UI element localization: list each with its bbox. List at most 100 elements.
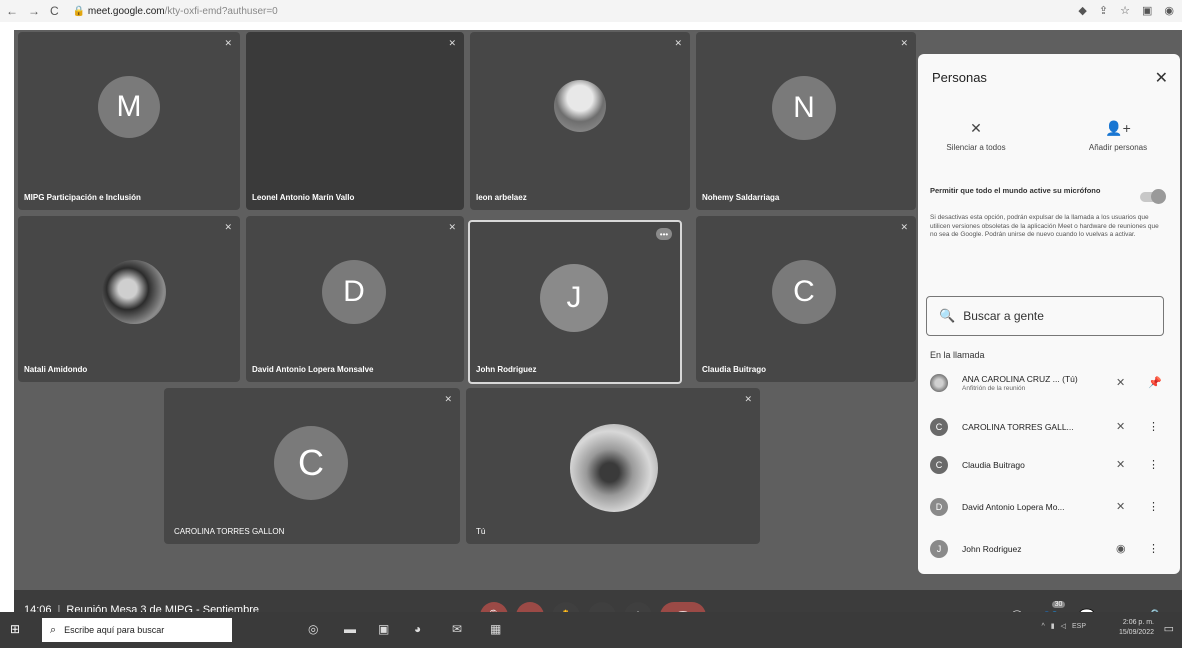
- file-explorer-icon[interactable]: ▬: [344, 622, 356, 636]
- list-item[interactable]: D David Antonio Lopera Mo... ✕ ⋮: [930, 498, 1170, 518]
- mic-off-icon: ✕: [448, 222, 456, 232]
- mic-off-icon: ✕: [900, 38, 908, 48]
- profile-icon[interactable]: ◉: [1164, 4, 1174, 17]
- participant-tile[interactable]: ✕ Natali Amidondo: [18, 216, 240, 382]
- participant-tile[interactable]: ✕ Tú: [466, 388, 760, 544]
- avatar: D: [930, 498, 948, 516]
- more-vert-icon[interactable]: ⋮: [1148, 458, 1159, 471]
- participant-name: Claudia Buitrago: [962, 460, 1025, 470]
- participant-name: Nohemy Saldarriaga: [702, 193, 780, 202]
- participant-name: ANA CAROLINA CRUZ ... (Tú): [962, 374, 1078, 384]
- sidepanel-icon[interactable]: ▣: [1142, 4, 1152, 17]
- chrome-icon[interactable]: ◕: [414, 622, 421, 636]
- participant-tile[interactable]: ✕ leon arbelaez: [470, 32, 690, 210]
- close-panel-button[interactable]: ✕: [1155, 68, 1168, 88]
- mute-all-button[interactable]: ✕ Silenciar a todos: [936, 120, 1016, 152]
- app-icon[interactable]: ▦: [490, 622, 501, 636]
- list-item[interactable]: ANA CAROLINA CRUZ ... (Tú) Anfitrión de …: [930, 374, 1170, 394]
- mic-permission-description: Si desactivas esta opción, podrán expuls…: [930, 214, 1159, 238]
- mic-off-icon: ✕: [970, 120, 982, 136]
- url-path: /kty-oxfi-emd?authuser=0: [164, 5, 278, 17]
- more-vert-icon[interactable]: ⋮: [1148, 500, 1159, 513]
- people-count-badge: 30: [1051, 601, 1066, 608]
- mic-off-icon: ✕: [224, 222, 232, 232]
- reload-button[interactable]: C: [50, 4, 59, 18]
- lock-icon: 🔒: [72, 5, 86, 17]
- participant-tile[interactable]: N ✕ Nohemy Saldarriaga: [696, 32, 916, 210]
- mute-all-label: Silenciar a todos: [946, 143, 1006, 152]
- participant-tile[interactable]: ✕ Leonel Antonio Marín Vallo: [246, 32, 464, 210]
- avatar: N: [772, 76, 836, 140]
- browser-toolbar: ← → C 🔒 meet.google.com/kty-oxfi-emd?aut…: [0, 0, 1182, 22]
- mic-off-icon: ✕: [900, 222, 908, 232]
- more-options-icon[interactable]: •••: [656, 228, 672, 240]
- mic-off-icon: ✕: [744, 394, 752, 404]
- taskbar-search-input[interactable]: ⌕ Escribe aquí para buscar: [42, 618, 232, 642]
- participant-tile[interactable]: M ✕ MIPG Participación e Inclusión: [18, 32, 240, 210]
- store-icon[interactable]: ▣: [378, 622, 389, 636]
- task-view-icon[interactable]: ◎: [308, 622, 318, 636]
- mic-permission-label: Permitir que todo el mundo active su mic…: [930, 186, 1101, 195]
- search-placeholder: Buscar a gente: [963, 309, 1044, 323]
- avatar: C: [772, 260, 836, 324]
- people-panel: Personas ✕ ✕ Silenciar a todos 👤+ Añadir…: [918, 54, 1180, 574]
- participant-name: Natali Amidondo: [24, 365, 88, 374]
- participant-name: David Antonio Lopera Monsalve: [252, 365, 374, 374]
- participant-tile[interactable]: D ✕ David Antonio Lopera Monsalve: [246, 216, 464, 382]
- taskbar-clock[interactable]: 2:06 p. m. 15/09/2022: [1119, 618, 1154, 638]
- avatar: C: [930, 456, 948, 474]
- windows-start-icon[interactable]: ⊞: [10, 622, 20, 636]
- clock-date: 15/09/2022: [1118, 629, 1154, 636]
- more-vert-icon[interactable]: ⋮: [1148, 420, 1159, 433]
- taskbar: ⊞ ⌕ Escribe aquí para buscar ◎ ▬ ▣ ◕ ✉ ▦…: [0, 612, 1182, 648]
- notifications-icon[interactable]: ▭: [1164, 622, 1174, 635]
- avatar: C: [930, 418, 948, 436]
- network-icon[interactable]: ▮: [1051, 622, 1055, 630]
- participant-name: CAROLINA TORRES GALLON: [174, 527, 285, 536]
- participant-name: leon arbelaez: [476, 193, 527, 202]
- list-item[interactable]: C Claudia Buitrago ✕ ⋮: [930, 456, 1170, 476]
- mic-off-icon: ✕: [674, 38, 682, 48]
- avatar: M: [98, 76, 160, 138]
- participant-name: Claudia Buitrago: [702, 365, 767, 374]
- mic-off-icon: ✕: [1116, 377, 1126, 389]
- participant-name: John Rodriguez: [476, 365, 537, 374]
- star-icon[interactable]: ☆: [1120, 4, 1130, 17]
- list-item[interactable]: C CAROLINA TORRES GALL... ✕ ⋮: [930, 418, 1170, 438]
- back-button[interactable]: ←: [6, 4, 18, 18]
- participant-tile-active[interactable]: J ••• John Rodriguez: [468, 220, 682, 384]
- language-indicator[interactable]: ESP: [1072, 623, 1086, 630]
- avatar-photo: [570, 424, 658, 512]
- mic-off-icon: ✕: [224, 38, 232, 48]
- panel-title: Personas: [932, 70, 987, 85]
- chevron-up-icon[interactable]: ^: [1041, 623, 1044, 630]
- avatar-photo: [554, 80, 606, 132]
- forward-button[interactable]: →: [28, 4, 40, 18]
- participant-name: Leonel Antonio Marín Vallo: [252, 193, 355, 202]
- mic-off-icon: ✕: [444, 394, 452, 404]
- search-icon: 🔍: [939, 308, 956, 323]
- more-vert-icon[interactable]: ⋮: [1148, 542, 1159, 555]
- participant-name: MIPG Participación e Inclusión: [24, 193, 141, 202]
- extension-icon[interactable]: ◆: [1078, 4, 1086, 17]
- participant-name: Tú: [476, 527, 486, 536]
- participant-role: Anfitrión de la reunión: [962, 385, 1026, 392]
- system-tray: ^ ▮ ◁ ESP: [1041, 622, 1086, 631]
- volume-icon[interactable]: ◁: [1061, 622, 1066, 630]
- taskbar-search-placeholder: Escribe aquí para buscar: [64, 625, 165, 635]
- mic-permission-toggle[interactable]: [1140, 189, 1166, 204]
- list-item[interactable]: J John Rodriguez ◉ ⋮: [930, 540, 1170, 560]
- address-bar[interactable]: 🔒 meet.google.com/kty-oxfi-emd?authuser=…: [73, 6, 278, 17]
- participant-tile[interactable]: C ✕ CAROLINA TORRES GALLON: [164, 388, 460, 544]
- mail-icon[interactable]: ✉: [452, 622, 462, 636]
- search-people-input[interactable]: 🔍 Buscar a gente: [926, 296, 1164, 336]
- avatar: [930, 374, 948, 392]
- share-icon[interactable]: ⇪: [1099, 4, 1108, 17]
- participant-name: David Antonio Lopera Mo...: [962, 502, 1065, 512]
- participant-name: John Rodriguez: [962, 544, 1022, 554]
- pin-icon[interactable]: 📌: [1148, 376, 1162, 389]
- add-people-button[interactable]: 👤+ Añadir personas: [1068, 120, 1168, 152]
- participant-tile[interactable]: C ✕ Claudia Buitrago: [696, 216, 916, 382]
- mic-off-icon: ✕: [1116, 421, 1126, 433]
- clock-time: 2:06 p. m.: [1122, 619, 1154, 626]
